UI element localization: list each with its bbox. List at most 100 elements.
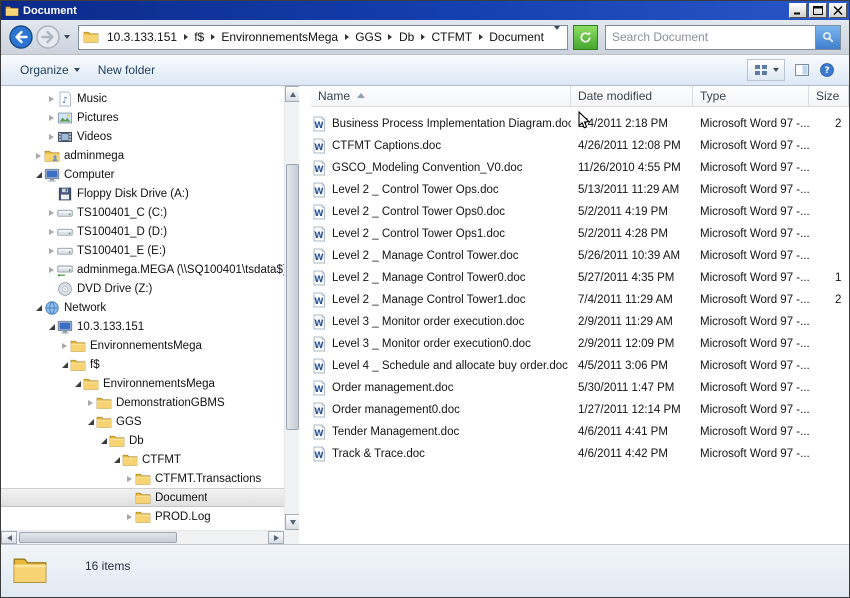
expander-collapsed-icon[interactable]: [46, 210, 57, 216]
search-input[interactable]: [606, 30, 815, 44]
tree-item-ggs[interactable]: GGS: [1, 412, 284, 431]
file-row-tender-management-doc[interactable]: WTender Management.doc4/6/2011 4:41 PMMi…: [311, 421, 849, 443]
file-name-cell[interactable]: WTender Management.doc: [311, 424, 571, 440]
file-name-cell[interactable]: WLevel 2 _ Control Tower Ops.doc: [311, 182, 571, 198]
file-name-cell[interactable]: WGSCO_Modeling Convention_V0.doc: [311, 160, 571, 176]
breadcrumb-segment-f[interactable]: f$: [188, 29, 210, 45]
forward-button[interactable]: [34, 24, 61, 51]
column-header-name[interactable]: Name: [311, 86, 571, 107]
breadcrumb-segment-environnementsmega[interactable]: EnvironnementsMega: [215, 29, 344, 45]
file-name-cell[interactable]: WLevel 4 _ Schedule and allocate buy ord…: [311, 358, 571, 374]
file-row-level-2-control-tower-ops-doc[interactable]: WLevel 2 _ Control Tower Ops.doc5/13/201…: [311, 179, 849, 201]
expander-expanded-icon[interactable]: [85, 419, 96, 425]
file-name-cell[interactable]: WLevel 3 _ Monitor order execution.doc: [311, 314, 571, 330]
file-name-cell[interactable]: WLevel 2 _ Control Tower Ops1.doc: [311, 226, 571, 242]
preview-pane-button[interactable]: [794, 62, 810, 78]
file-name-cell[interactable]: WLevel 2 _ Manage Control Tower0.doc: [311, 270, 571, 286]
tree-item-db[interactable]: Db: [1, 431, 284, 450]
expander-collapsed-icon[interactable]: [46, 267, 57, 273]
expander-expanded-icon[interactable]: [111, 457, 122, 463]
file-row-level-2-manage-control-tower1-do[interactable]: WLevel 2 _ Manage Control Tower1.doc7/4/…: [311, 289, 849, 311]
expander-expanded-icon[interactable]: [46, 324, 57, 330]
tree-item-ts100401-d-d[interactable]: TS100401_D (D:): [1, 222, 284, 241]
expander-expanded-icon[interactable]: [33, 172, 44, 178]
expander-collapsed-icon[interactable]: [46, 229, 57, 235]
scroll-left-button[interactable]: [1, 531, 17, 544]
tree-item-environnementsmega[interactable]: EnvironnementsMega: [1, 374, 284, 393]
tree-item-music[interactable]: ♪Music: [1, 89, 284, 108]
file-name-cell[interactable]: WLevel 3 _ Monitor order execution0.doc: [311, 336, 571, 352]
file-row-level-4-schedule-and-allocate-bu[interactable]: WLevel 4 _ Schedule and allocate buy ord…: [311, 355, 849, 377]
expander-expanded-icon[interactable]: [72, 381, 83, 387]
new-folder-button[interactable]: New folder: [89, 59, 164, 81]
file-name-cell[interactable]: WLevel 2 _ Manage Control Tower.doc: [311, 248, 571, 264]
file-row-order-management-doc[interactable]: WOrder management.doc5/30/2011 1:47 PMMi…: [311, 377, 849, 399]
tree-item-dvd-drive-z[interactable]: DVD Drive (Z:): [1, 279, 284, 298]
expander-collapsed-icon[interactable]: [124, 476, 135, 482]
column-header-date-modified[interactable]: Date modified: [571, 86, 693, 107]
breadcrumb-segment-10-3-133-151[interactable]: 10.3.133.151: [101, 29, 183, 45]
breadcrumb[interactable]: 10.3.133.151 f$ EnvironnementsMega GGS Db CTF…: [78, 25, 568, 50]
tree-item-demonstrationgbms[interactable]: DemonstrationGBMS: [1, 393, 284, 412]
scroll-down-button[interactable]: [285, 514, 299, 530]
back-button[interactable]: [7, 24, 34, 51]
column-header-type[interactable]: Type: [693, 86, 809, 107]
tree-item-floppy-disk-drive-a[interactable]: Floppy Disk Drive (A:): [1, 184, 284, 203]
expander-collapsed-icon[interactable]: [124, 514, 135, 520]
horizontal-scroll-thumb[interactable]: [19, 532, 177, 543]
tree-item-prod-log[interactable]: PROD.Log: [1, 507, 284, 526]
file-row-track-trace-doc[interactable]: WTrack & Trace.doc4/6/2011 4:42 PMMicros…: [311, 443, 849, 465]
breadcrumb-segment-ggs[interactable]: GGS: [349, 29, 388, 45]
recent-pages-dropdown[interactable]: [61, 35, 73, 39]
expander-collapsed-icon[interactable]: [46, 96, 57, 102]
expander-expanded-icon[interactable]: [98, 438, 109, 444]
file-row-business-process-implementation-[interactable]: WBusiness Process Implementation Diagram…: [311, 113, 849, 135]
scroll-up-button[interactable]: [285, 86, 299, 102]
expander-collapsed-icon[interactable]: [46, 248, 57, 254]
file-row-order-management0-doc[interactable]: WOrder management0.doc1/27/2011 12:14 PM…: [311, 399, 849, 421]
file-name-cell[interactable]: WLevel 2 _ Control Tower Ops0.doc: [311, 204, 571, 220]
expander-collapsed-icon[interactable]: [85, 400, 96, 406]
expander-expanded-icon[interactable]: [33, 305, 44, 311]
file-name-cell[interactable]: WCTFMT Captions.doc: [311, 138, 571, 154]
expander-expanded-icon[interactable]: [59, 362, 70, 368]
tree-item-ts100401-c-c[interactable]: TS100401_C (C:): [1, 203, 284, 222]
refresh-go-button[interactable]: [573, 25, 598, 50]
file-row-gsco-modeling-convention-v0-doc[interactable]: WGSCO_Modeling Convention_V0.doc11/26/20…: [311, 157, 849, 179]
minimize-button[interactable]: [789, 3, 807, 18]
tree-item-network[interactable]: Network: [1, 298, 284, 317]
tree-item-computer[interactable]: Computer: [1, 165, 284, 184]
file-row-ctfmt-captions-doc[interactable]: WCTFMT Captions.doc4/26/2011 12:08 PMMic…: [311, 135, 849, 157]
file-name-cell[interactable]: WOrder management0.doc: [311, 402, 571, 418]
change-view-button[interactable]: [747, 59, 785, 81]
breadcrumb-segment-ctfmt[interactable]: CTFMT: [425, 29, 478, 45]
file-row-level-3-monitor-order-execution0[interactable]: WLevel 3 _ Monitor order execution0.doc2…: [311, 333, 849, 355]
file-row-level-2-manage-control-tower0-do[interactable]: WLevel 2 _ Manage Control Tower0.doc5/27…: [311, 267, 849, 289]
tree-horizontal-scrollbar[interactable]: [1, 530, 284, 544]
scroll-right-button[interactable]: [268, 531, 284, 544]
tree-item-document[interactable]: Document: [1, 488, 284, 507]
breadcrumb-segment-document[interactable]: Document: [483, 29, 550, 45]
expander-collapsed-icon[interactable]: [59, 343, 70, 349]
tree-item-pictures[interactable]: Pictures: [1, 108, 284, 127]
help-button[interactable]: ?: [819, 62, 835, 78]
file-row-level-2-control-tower-ops0-doc[interactable]: WLevel 2 _ Control Tower Ops0.doc5/2/201…: [311, 201, 849, 223]
close-button[interactable]: [829, 3, 847, 18]
search-button[interactable]: [815, 26, 840, 49]
tree-item-videos[interactable]: Videos: [1, 127, 284, 146]
expander-collapsed-icon[interactable]: [46, 134, 57, 140]
expander-collapsed-icon[interactable]: [33, 153, 44, 159]
expander-collapsed-icon[interactable]: [46, 115, 57, 121]
breadcrumb-dropdown-icon[interactable]: [550, 30, 564, 44]
breadcrumb-segment-db[interactable]: Db: [393, 29, 420, 45]
file-name-cell[interactable]: WTrack & Trace.doc: [311, 446, 571, 462]
file-row-level-2-control-tower-ops1-doc[interactable]: WLevel 2 _ Control Tower Ops1.doc5/2/201…: [311, 223, 849, 245]
tree-item-adminmega-mega-sq100401-tsdata-h[interactable]: adminmega.MEGA (\\SQ100401\tsdata$) (H:): [1, 260, 284, 279]
tree-vertical-scrollbar[interactable]: [284, 86, 299, 530]
maximize-button[interactable]: [809, 3, 827, 18]
column-header-size[interactable]: Size: [809, 86, 849, 107]
tree-item-ctfmt[interactable]: CTFMT: [1, 450, 284, 469]
titlebar[interactable]: Document: [1, 1, 849, 20]
organize-button[interactable]: Organize: [11, 59, 89, 81]
file-name-cell[interactable]: WOrder management.doc: [311, 380, 571, 396]
